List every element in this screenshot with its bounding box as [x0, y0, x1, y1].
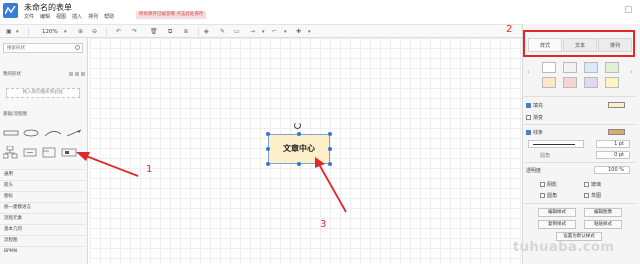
- annotation-number-3: 3: [320, 219, 327, 230]
- annotation-number-2: 2: [506, 24, 513, 35]
- editor-window: 未命名的表单 文件 编辑 视图 插入 排列 帮助 所有保存已被忽略 点击此处保存…: [0, 0, 640, 264]
- annotation-arrow-1: [76, 152, 139, 177]
- annotation-number-1: 1: [146, 164, 153, 175]
- annotation-arrow-3: [315, 157, 347, 213]
- watermark: tuhuaba.com: [513, 240, 615, 255]
